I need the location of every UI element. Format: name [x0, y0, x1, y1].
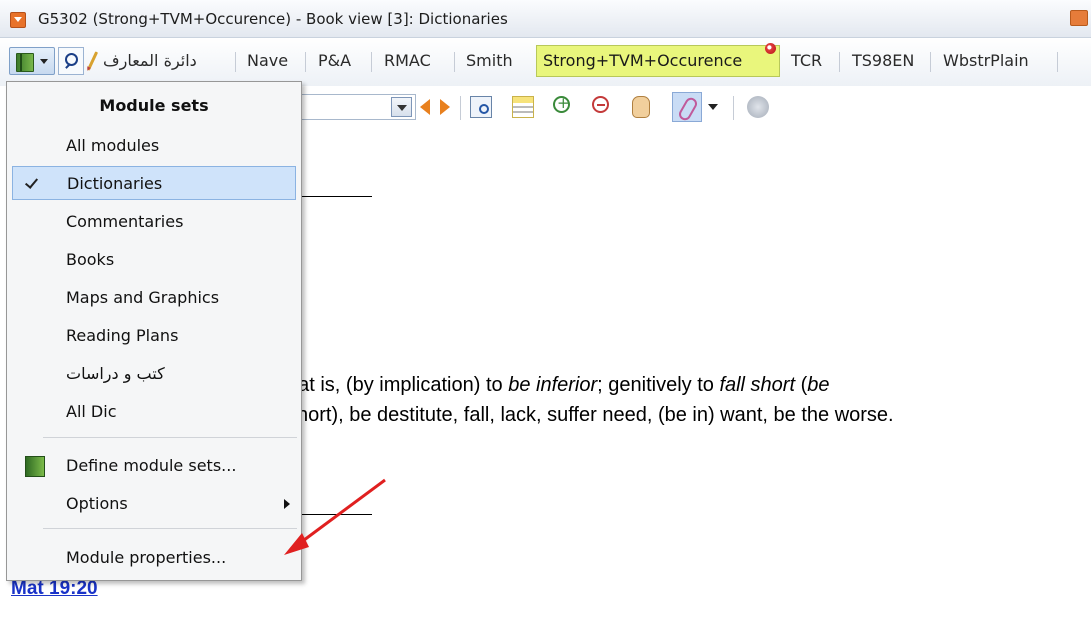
menu-item-label: Maps and Graphics	[66, 288, 220, 307]
module-sets-menu: Module sets All modules Dictionaries Com…	[6, 81, 302, 581]
menu-item-label: All Dic	[66, 402, 117, 421]
verse-reference-link[interactable]: Mat 19:20	[11, 578, 98, 600]
tab-separator	[371, 52, 372, 72]
tab-separator	[839, 52, 840, 72]
highlight-icon[interactable]	[512, 96, 534, 118]
menu-item-commentaries[interactable]: Commentaries	[12, 204, 296, 238]
tab-separator	[305, 52, 306, 72]
previous-arrow-icon[interactable]	[420, 99, 430, 115]
tab-separator	[454, 52, 455, 72]
menu-item-label: Define module sets...	[66, 456, 237, 475]
window-button-icon[interactable]	[1070, 10, 1088, 26]
tab-arabic-dictionary[interactable]: دائرة المعارف	[103, 51, 197, 70]
tab-nave[interactable]: Nave	[247, 51, 288, 70]
globe-icon[interactable]	[747, 96, 769, 118]
menu-separator	[43, 528, 297, 529]
search-icon[interactable]	[58, 47, 84, 75]
chevron-down-icon[interactable]	[708, 104, 718, 110]
find-in-document-icon[interactable]	[470, 96, 492, 118]
menu-item-define-module-sets[interactable]: Define module sets...	[12, 448, 296, 482]
menu-item-maps-and-graphics[interactable]: Maps and Graphics	[12, 280, 296, 314]
menu-item-label: Module properties...	[66, 548, 227, 567]
menu-item-dictionaries[interactable]: Dictionaries	[12, 166, 296, 200]
definition-line-2: short), be destitute, fall, lack, suffer…	[287, 404, 894, 426]
window-title: G5302 (Strong+TVM+Occurence) - Book view…	[38, 10, 508, 28]
menu-item-label: Commentaries	[66, 212, 184, 231]
tab-separator	[235, 52, 236, 72]
paperclip-icon[interactable]	[672, 92, 702, 122]
menu-item-books[interactable]: Books	[12, 242, 296, 276]
tab-separator	[1057, 52, 1058, 72]
book-icon	[16, 53, 34, 72]
definition-line-1: hat is, (by implication) to be inferior;…	[287, 374, 830, 396]
submenu-arrow-icon	[284, 499, 290, 509]
chevron-down-icon	[40, 59, 48, 64]
toolbar-separator	[733, 96, 734, 120]
menu-item-all-modules[interactable]: All modules	[12, 128, 296, 162]
menu-item-label: All modules	[66, 136, 160, 155]
menu-item-label: كتب و دراسات	[66, 364, 165, 383]
tab-active-label: Strong+TVM+Occurence	[543, 51, 743, 70]
module-tab-bar: دائرة المعارف Nave P&A RMAC Smith Strong…	[0, 38, 1091, 86]
tab-separator	[930, 52, 931, 72]
book-icon	[25, 456, 45, 477]
menu-separator	[43, 437, 297, 438]
menu-item-label: Reading Plans	[66, 326, 179, 345]
menu-header: Module sets	[99, 96, 209, 115]
next-arrow-icon[interactable]	[440, 99, 450, 115]
menu-item-label: Dictionaries	[67, 174, 163, 193]
menu-item-all-dic[interactable]: All Dic	[12, 394, 296, 428]
toolbar-separator	[460, 96, 461, 120]
tab-ts98en[interactable]: TS98EN	[852, 51, 914, 70]
tab-tcr[interactable]: TCR	[791, 51, 822, 70]
zoom-in-icon[interactable]	[553, 94, 570, 113]
active-tab-badge-icon	[765, 43, 776, 54]
zoom-out-icon[interactable]	[592, 96, 609, 113]
tab-wbstrplain[interactable]: WbstrPlain	[943, 51, 1029, 70]
pencil-icon[interactable]	[86, 51, 99, 71]
menu-item-arabic-books[interactable]: كتب و دراسات	[12, 356, 296, 390]
menu-item-module-properties[interactable]: Module properties...	[12, 540, 296, 574]
content-divider	[300, 196, 372, 197]
checkmark-icon	[13, 167, 49, 199]
tab-smith[interactable]: Smith	[466, 51, 513, 70]
menu-item-label: Books	[66, 250, 115, 269]
hand-icon[interactable]	[632, 96, 650, 118]
combo-dropdown-icon[interactable]	[391, 97, 412, 117]
title-bar: G5302 (Strong+TVM+Occurence) - Book view…	[0, 0, 1091, 38]
window-menu-icon[interactable]	[10, 12, 26, 28]
menu-item-options[interactable]: Options	[12, 486, 296, 520]
tab-p-and-a[interactable]: P&A	[318, 51, 351, 70]
module-sets-button[interactable]	[9, 47, 55, 75]
content-divider	[300, 514, 372, 515]
menu-item-label: Options	[66, 494, 128, 513]
menu-item-reading-plans[interactable]: Reading Plans	[12, 318, 296, 352]
tab-rmac[interactable]: RMAC	[384, 51, 431, 70]
